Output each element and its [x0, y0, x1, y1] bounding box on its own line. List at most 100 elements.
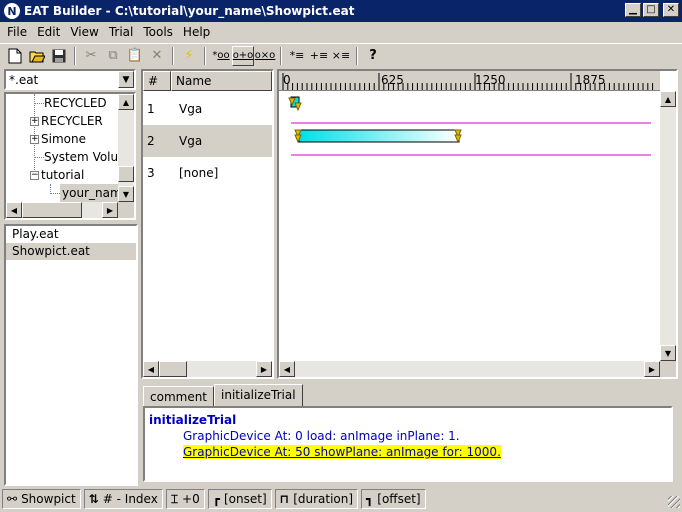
insert-event-before-icon[interactable]: * oo — [210, 46, 232, 66]
scroll-right-icon[interactable]: ▶ — [644, 361, 660, 377]
timeline-vertical-scrollbar[interactable]: ▲ ▼ — [660, 91, 676, 361]
timeline-horizontal-scrollbar[interactable]: ◀ ▶ — [279, 361, 660, 377]
menu-tools[interactable]: Tools — [138, 25, 178, 39]
offset-end-icon: ┓ — [366, 492, 374, 506]
window-title: EAT Builder - C:\tutorial\your_name\Show… — [24, 4, 355, 18]
code-heading: initializeTrial — [149, 413, 237, 427]
trial-horizontal-scrollbar[interactable]: ◀ ▶ — [143, 361, 272, 377]
add-trial-icon[interactable]: +≡ — [308, 46, 330, 66]
scroll-down-icon[interactable]: ▼ — [118, 186, 134, 202]
column-header-number[interactable]: # — [143, 71, 171, 91]
cut-icon[interactable]: ✂ — [80, 46, 102, 66]
trial-row[interactable]: 2 Vga — [143, 125, 272, 157]
tree-vertical-scrollbar[interactable]: ▲ ▼ — [118, 94, 134, 202]
tree-item-label: System Volu — [44, 150, 119, 164]
menu-trial[interactable]: Trial — [104, 25, 139, 39]
ruler-label: 1875 — [575, 73, 606, 87]
code-line: GraphicDevice At: 0 load: anImage inPlan… — [149, 428, 667, 444]
tree-item-tutorial[interactable]: − tutorial — [30, 166, 84, 184]
tab-initialize-trial[interactable]: initializeTrial — [214, 384, 303, 408]
file-filter-combo[interactable]: *.eat ▼ — [4, 69, 136, 90]
new-file-icon[interactable] — [4, 46, 26, 66]
trial-row[interactable]: 3 [none] — [143, 157, 272, 189]
tab-comment[interactable]: comment — [143, 386, 215, 408]
tree-item-simone[interactable]: + Simone — [30, 130, 86, 148]
file-filter-value: *.eat — [9, 72, 39, 87]
trial-number: 2 — [147, 134, 155, 148]
tree-item-label: tutorial — [41, 168, 85, 182]
menu-bar: File Edit View Trial Tools Help — [0, 22, 682, 42]
status-index[interactable]: ⇅ # - Index — [83, 489, 163, 509]
status-offset-plus-label: +0 — [182, 492, 200, 506]
scroll-thumb[interactable] — [22, 202, 82, 218]
app-icon: N — [4, 3, 20, 19]
file-item-play[interactable]: Play.eat — [6, 226, 136, 243]
editor-tabs: comment initializeTrial — [143, 384, 303, 408]
trial-list: # Name 1 Vga 2 Vga 3 [none] ◀ ▶ — [141, 69, 274, 379]
scroll-left-icon[interactable]: ◀ — [143, 361, 159, 377]
offset-icon: ⌶ — [170, 491, 179, 506]
scroll-left-icon[interactable]: ◀ — [6, 202, 22, 218]
scroll-thumb[interactable] — [159, 361, 187, 377]
insert-trial-icon[interactable]: *≡ — [286, 46, 308, 66]
open-folder-icon[interactable] — [26, 46, 48, 66]
scroll-right-icon[interactable]: ▶ — [256, 361, 272, 377]
tree-item-label: RECYCLED — [44, 96, 107, 110]
trial-number: 3 — [147, 166, 155, 180]
tree-item-recycler[interactable]: + RECYCLER — [30, 112, 103, 130]
copy-icon[interactable]: ⧉ — [102, 46, 124, 66]
file-list: Play.eat Showpict.eat — [4, 224, 138, 486]
scroll-up-icon[interactable]: ▲ — [660, 91, 676, 107]
menu-file[interactable]: File — [2, 25, 32, 39]
status-index-label: # - Index — [102, 492, 158, 506]
status-onset[interactable]: ┏ [onset] — [207, 489, 272, 509]
tree-item-system-volume[interactable]: System Volu — [44, 148, 118, 166]
remove-trial-icon[interactable]: ×≡ — [330, 46, 352, 66]
help-icon[interactable]: ? — [362, 46, 384, 66]
trial-row[interactable]: 1 Vga — [143, 93, 272, 125]
time-ruler: 0 625 1250 1875 — [279, 71, 660, 91]
toolbar-separator — [204, 46, 206, 65]
event-bar[interactable] — [298, 129, 460, 143]
menu-help[interactable]: Help — [178, 25, 215, 39]
resize-grip-icon[interactable] — [668, 496, 680, 508]
chevron-down-icon[interactable]: ▼ — [118, 71, 134, 88]
maximize-button[interactable]: □ — [643, 3, 659, 17]
file-link-icon: ⚯ — [7, 492, 18, 506]
scroll-down-icon[interactable]: ▼ — [660, 345, 676, 361]
paste-icon[interactable]: 📋 — [124, 46, 146, 66]
code-line-text: GraphicDevice At: 50 showPlane: anImage … — [183, 445, 501, 459]
script-editor[interactable]: initializeTrial GraphicDevice At: 0 load… — [143, 406, 673, 482]
close-button[interactable]: ✕ — [663, 3, 679, 17]
expand-icon[interactable]: + — [30, 117, 39, 126]
menu-view[interactable]: View — [65, 25, 103, 39]
delete-icon[interactable]: ✕ — [146, 46, 168, 66]
tree-horizontal-scrollbar[interactable]: ◀ ▶ — [6, 202, 118, 218]
tree-item-label: RECYCLER — [41, 114, 103, 128]
status-duration[interactable]: ⊓ [duration] — [274, 489, 359, 509]
directory-tree: RECYCLED + RECYCLER + Simone System Volu −… — [4, 92, 136, 220]
onset-icon: ┏ — [212, 492, 220, 506]
toolbar: ✂ ⧉ 📋 ✕ ⚡ * oo o+o o×o *≡ +≡ ×≡ ? — [0, 43, 682, 67]
status-offset[interactable]: ┓ [offset] — [361, 489, 426, 509]
scroll-thumb[interactable] — [118, 166, 134, 182]
status-duration-label: [duration] — [293, 492, 354, 506]
scroll-left-icon[interactable]: ◀ — [279, 361, 295, 377]
scroll-right-icon[interactable]: ▶ — [102, 202, 118, 218]
collapse-icon[interactable]: − — [30, 171, 39, 180]
tree-item-label: your_nam — [62, 186, 122, 200]
scroll-up-icon[interactable]: ▲ — [118, 94, 134, 110]
menu-edit[interactable]: Edit — [32, 25, 65, 39]
tree-item-recycled[interactable]: RECYCLED — [44, 94, 107, 112]
save-icon[interactable] — [48, 46, 70, 66]
status-offset-plus[interactable]: ⌶ +0 — [165, 489, 205, 509]
minimize-button[interactable]: ▁ — [625, 3, 641, 17]
file-item-showpict[interactable]: Showpict.eat — [6, 243, 136, 260]
tree-guide — [34, 103, 44, 104]
insert-event-icon[interactable]: o+o — [232, 45, 254, 66]
column-header-name[interactable]: Name — [171, 71, 272, 91]
expand-icon[interactable]: + — [30, 135, 39, 144]
tree-item-your-name[interactable]: your_nam — [60, 184, 124, 202]
lightning-icon[interactable]: ⚡ — [178, 46, 200, 66]
remove-event-icon[interactable]: o×o — [254, 46, 276, 66]
